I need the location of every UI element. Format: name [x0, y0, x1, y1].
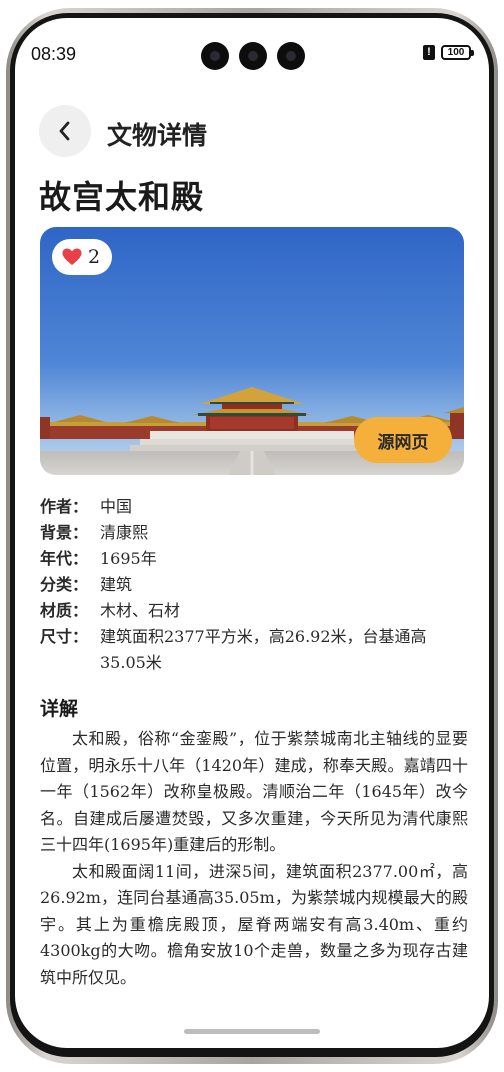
chevron-left-icon — [59, 121, 70, 141]
battery-icon: 100 — [441, 45, 474, 60]
detail-paragraph: 太和殿，俗称“金銮殿”，位于紫禁城南北主轴线的显要位置，明永乐十八年（1420年… — [40, 729, 468, 854]
info-row-size: 尺寸： 建筑面积2377平方米，高26.92米，台基通高35.05米 — [40, 624, 468, 676]
camera-icon — [239, 42, 267, 70]
home-indicator[interactable] — [184, 1029, 320, 1034]
info-key: 材质： — [40, 601, 89, 620]
source-page-button[interactable]: 源网页 — [354, 417, 452, 463]
info-value: 1695年 — [100, 549, 157, 568]
info-row-material: 材质： 木材、石材 — [40, 598, 468, 624]
info-row-era: 年代： 1695年 — [40, 546, 468, 572]
info-value: 清康熙 — [100, 523, 149, 542]
status-indicators: ! 100 — [423, 45, 474, 60]
status-time: 08:39 — [31, 44, 77, 64]
artifact-title: 故宫太和殿 — [39, 178, 205, 216]
camera-icon — [277, 42, 305, 70]
like-count: 2 — [88, 246, 101, 268]
info-row-background: 背景： 清康熙 — [40, 520, 468, 546]
info-value: 建筑 — [100, 575, 133, 594]
screen: 08:39 ! 100 文物详情 故宫太和殿 2 源网页 作者： 中国 背景： … — [15, 18, 489, 1048]
info-value: 中国 — [100, 497, 133, 516]
page-title: 文物详情 — [107, 121, 208, 150]
alert-icon: ! — [423, 45, 435, 60]
detail-heading: 详解 — [40, 698, 79, 720]
info-value: 木材、石材 — [100, 601, 181, 620]
info-key: 分类： — [40, 575, 89, 594]
info-list: 作者： 中国 背景： 清康熙 年代： 1695年 分类： 建筑 材质： 木材、石… — [40, 494, 468, 676]
info-key: 作者： — [40, 497, 89, 516]
detail-paragraph: 太和殿面阔11间，进深5间，建筑面积2377.00㎡，高26.92m，连同台基通… — [40, 861, 468, 987]
artifact-photo: 2 源网页 — [40, 227, 464, 475]
back-button[interactable] — [39, 105, 91, 157]
info-key: 尺寸： — [40, 627, 89, 646]
info-key: 背景： — [40, 523, 89, 542]
info-value: 建筑面积2377平方米，高26.92米，台基通高35.05米 — [100, 627, 427, 672]
like-button[interactable]: 2 — [52, 239, 113, 275]
heart-icon — [62, 248, 82, 265]
detail-body: 太和殿，俗称“金銮殿”，位于紫禁城南北主轴线的显要位置，明永乐十八年（1420年… — [40, 726, 468, 991]
info-row-author: 作者： 中国 — [40, 494, 468, 520]
info-key: 年代： — [40, 549, 89, 568]
info-row-category: 分类： 建筑 — [40, 572, 468, 598]
camera-icon — [201, 42, 229, 70]
